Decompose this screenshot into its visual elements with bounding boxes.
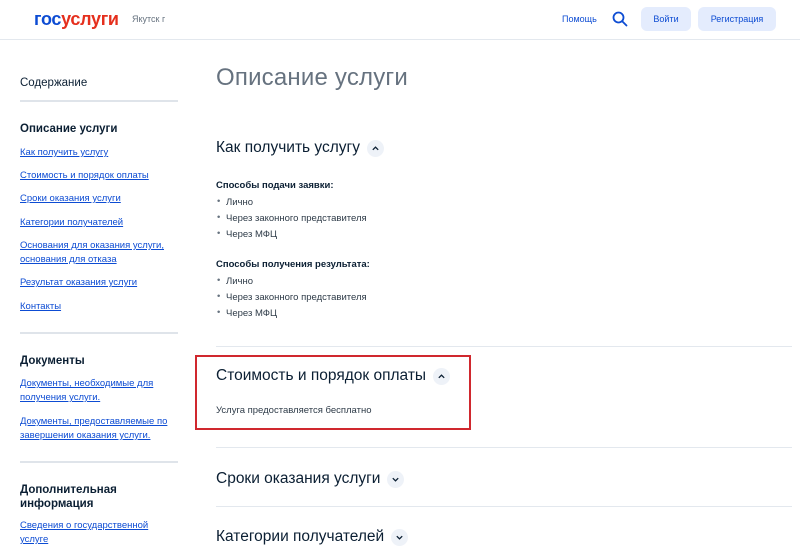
result-methods-label: Способы получения результата: xyxy=(216,259,370,270)
sidebar-link-service-info[interactable]: Сведения о государственной xyxy=(20,518,180,533)
page-title: Описание услуги xyxy=(216,64,408,91)
sidebar-link-grounds-refusal[interactable]: основания для отказа xyxy=(20,252,180,267)
section-terms-toggle[interactable]: Сроки оказания услуги xyxy=(216,470,405,488)
sidebar-link-provided-docs-cont[interactable]: завершении оказания услуги. xyxy=(20,428,180,443)
sidebar-section-additional-cont: информация xyxy=(20,498,94,510)
gosuslugi-logo[interactable]: госуслуги xyxy=(34,9,119,30)
section-divider xyxy=(216,346,792,347)
list-item: Через МФЦ xyxy=(217,228,277,240)
section-terms-heading: Сроки оказания услуги xyxy=(216,470,381,487)
sidebar-link-required-docs-cont[interactable]: получения услуги. xyxy=(20,390,180,405)
sidebar-link-provided-docs[interactable]: Документы, предоставляемые по xyxy=(20,414,180,429)
chevron-up-icon xyxy=(366,139,384,157)
list-item: Через законного представителя xyxy=(217,291,367,303)
section-how-to-heading: Как получить услугу xyxy=(216,139,360,156)
submit-methods-label: Способы подачи заявки: xyxy=(216,180,334,191)
sidebar-link-categories[interactable]: Категории получателей xyxy=(20,215,180,230)
sidebar-divider xyxy=(20,461,178,463)
sidebar-link-terms[interactable]: Сроки оказания услуги xyxy=(20,191,180,206)
sidebar-link-contacts[interactable]: Контакты xyxy=(20,299,180,314)
section-divider xyxy=(216,506,792,507)
sidebar-section-documents: Документы xyxy=(20,355,85,367)
sidebar-link-result[interactable]: Результат оказания услуги xyxy=(20,275,180,290)
help-link[interactable]: Помощь xyxy=(562,14,597,24)
sidebar-section-description: Описание услуги xyxy=(20,123,118,135)
section-how-to-toggle[interactable]: Как получить услугу xyxy=(216,139,384,157)
logo-part-uslugi: услуги xyxy=(61,9,119,29)
section-categories-heading: Категории получателей xyxy=(216,528,385,545)
list-item: Лично xyxy=(217,196,253,208)
sidebar-link-service-info-cont[interactable]: услуге xyxy=(20,532,180,547)
sidebar-link-required-docs[interactable]: Документы, необходимые для xyxy=(20,376,180,391)
sidebar-link-grounds[interactable]: Основания для оказания услуги, xyxy=(20,238,180,253)
section-divider xyxy=(216,447,792,448)
register-button[interactable]: Регистрация xyxy=(698,7,776,31)
list-item: Через МФЦ xyxy=(217,307,277,319)
login-button[interactable]: Войти xyxy=(641,7,691,31)
sidebar-link-how-to[interactable]: Как получить услугу xyxy=(20,145,180,160)
section-categories-toggle[interactable]: Категории получателей xyxy=(216,528,409,546)
sidebar-title: Содержание xyxy=(20,77,88,89)
region-selector[interactable]: Якутск г xyxy=(132,14,165,24)
highlight-frame xyxy=(195,355,471,430)
sidebar-divider xyxy=(20,332,178,334)
sidebar-section-additional: Дополнительная xyxy=(20,484,117,496)
list-item: Лично xyxy=(217,275,253,287)
logo-part-gos: гос xyxy=(34,9,62,29)
search-icon[interactable] xyxy=(612,11,628,27)
chevron-down-icon xyxy=(387,470,405,488)
chevron-down-icon xyxy=(391,528,409,546)
sidebar-divider xyxy=(20,100,178,102)
list-item: Через законного представителя xyxy=(217,212,367,224)
header: госуслуги Якутск г Помощь Войти Регистра… xyxy=(0,0,800,40)
sidebar-link-cost[interactable]: Стоимость и порядок оплаты xyxy=(20,168,180,183)
